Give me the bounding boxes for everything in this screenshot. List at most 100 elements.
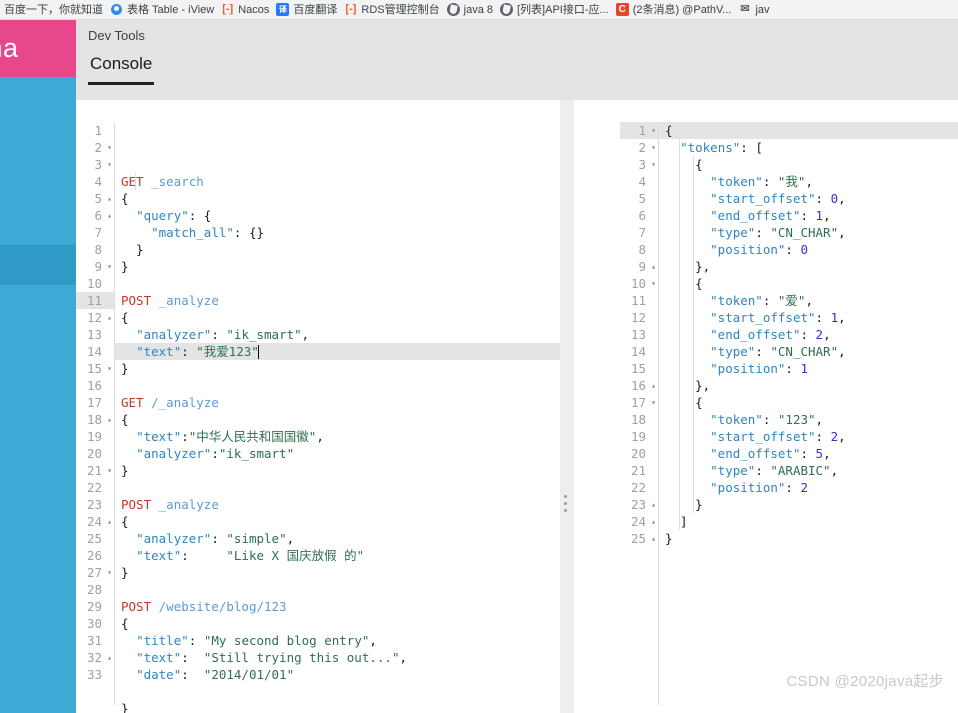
- code-line[interactable]: }: [659, 496, 958, 513]
- code-line[interactable]: "end_offset": 5,: [659, 445, 958, 462]
- code-line[interactable]: }: [115, 564, 560, 581]
- fold-collapse-icon[interactable]: ▾: [651, 139, 656, 156]
- fold-collapse-icon[interactable]: ▾: [107, 156, 112, 173]
- fold-collapse-icon[interactable]: ▾: [651, 394, 656, 411]
- code-line[interactable]: "analyzer": "simple",: [115, 530, 560, 547]
- fold-collapse-icon[interactable]: ▾: [107, 462, 112, 479]
- code-line[interactable]: }: [115, 700, 560, 713]
- fold-expand-icon[interactable]: ▴: [651, 496, 656, 513]
- code-line[interactable]: "end_offset": 2,: [659, 326, 958, 343]
- response-viewer[interactable]: 1 ▾ 2 ▾ 3 ▾ 4 5 6 7 8 9 ▴ 10 ▾ 11 12 13 14 15 16 ▴ 17 ▾ 18 19 20 21…: [620, 100, 958, 713]
- code-line[interactable]: "analyzer":"ik_smart": [115, 445, 560, 462]
- fold-expand-icon[interactable]: ▴: [651, 513, 656, 530]
- code-line[interactable]: [115, 377, 560, 394]
- code-line[interactable]: "token": "我",: [659, 173, 958, 190]
- response-viewer-pane[interactable]: 1 ▾ 2 ▾ 3 ▾ 4 5 6 7 8 9 ▴ 10 ▾ 11 12 13 14 15 16 ▴ 17 ▾ 18 19 20 21…: [620, 100, 958, 713]
- code-line[interactable]: "type": "CN_CHAR",: [659, 343, 958, 360]
- bookmark-item[interactable]: [列表]API接口-应...: [498, 1, 614, 19]
- fold-collapse-icon[interactable]: ▾: [107, 139, 112, 156]
- code-line[interactable]: POST /website/blog/123: [115, 598, 560, 615]
- code-line[interactable]: [115, 479, 560, 496]
- fold-expand-icon[interactable]: ▴: [107, 513, 112, 530]
- fold-expand-icon[interactable]: ▴: [107, 649, 112, 666]
- request-code[interactable]: GET _search{ "query": { "match_all": {} …: [115, 100, 560, 713]
- wrench-icon[interactable]: [537, 242, 554, 259]
- code-line[interactable]: "text": "Like X 国庆放假 的": [115, 547, 560, 564]
- code-line[interactable]: {: [659, 394, 958, 411]
- sidebar-item-dashboard[interactable]: ard: [0, 165, 76, 205]
- code-line[interactable]: "text":"中华人民共和国国徽",: [115, 428, 560, 445]
- bookmark-item[interactable]: java 8: [445, 1, 498, 19]
- code-line[interactable]: "text": "我爱123": [115, 343, 560, 360]
- play-icon[interactable]: [511, 242, 527, 258]
- code-line[interactable]: "title": "My second blog entry",: [115, 632, 560, 649]
- code-line[interactable]: "tokens": [: [659, 139, 958, 156]
- bookmark-item[interactable]: [-] Nacos: [219, 1, 274, 19]
- bookmark-item[interactable]: [-] RDS管理控制台: [342, 1, 444, 19]
- code-line[interactable]: "token": "爱",: [659, 292, 958, 309]
- code-line[interactable]: [115, 683, 560, 700]
- bookmark-item[interactable]: 译百度翻译: [274, 1, 342, 19]
- fold-collapse-icon[interactable]: ▾: [651, 275, 656, 292]
- code-line[interactable]: [115, 581, 560, 598]
- code-line[interactable]: "start_offset": 2,: [659, 428, 958, 445]
- code-line[interactable]: }: [659, 530, 958, 547]
- sidebar-item-timelion[interactable]: n: [0, 205, 76, 245]
- code-line[interactable]: [115, 275, 560, 292]
- sidebar-item-dev-tools[interactable]: ls: [0, 245, 76, 285]
- code-line[interactable]: {: [115, 190, 560, 207]
- fold-expand-icon[interactable]: ▴: [107, 411, 112, 428]
- pane-splitter[interactable]: [560, 100, 620, 713]
- code-line[interactable]: "start_offset": 1,: [659, 309, 958, 326]
- sidebar-item-management[interactable]: ment: [0, 285, 76, 325]
- fold-expand-icon[interactable]: ▴: [107, 207, 112, 224]
- fold-collapse-icon[interactable]: ▾: [107, 258, 112, 275]
- code-line[interactable]: "token": "123",: [659, 411, 958, 428]
- code-line[interactable]: GET _search: [115, 173, 560, 190]
- code-line[interactable]: "analyzer": "ik_smart",: [115, 326, 560, 343]
- code-line[interactable]: "date": "2014/01/01": [115, 666, 560, 683]
- kibana-logo[interactable]: ana: [0, 20, 76, 77]
- request-editor-pane[interactable]: 1 2 ▾ 3 ▾ 4 5 ▴ 6 ▴ 7 8 9 ▾ 10 11 12 ▴ 13 14 15 ▾ 16 17 18 ▴ 19 20 2…: [76, 100, 560, 713]
- fold-collapse-icon[interactable]: ▾: [651, 156, 656, 173]
- code-line[interactable]: "text": "Still trying this out...",: [115, 649, 560, 666]
- sidebar-item-discover[interactable]: r: [0, 85, 76, 125]
- request-editor[interactable]: 1 2 ▾ 3 ▾ 4 5 ▴ 6 ▴ 7 8 9 ▾ 10 11 12 ▴ 13 14 15 ▾ 16 17 18 ▴ 19 20 2…: [76, 100, 560, 713]
- code-line[interactable]: "end_offset": 1,: [659, 207, 958, 224]
- fold-expand-icon[interactable]: ▴: [651, 377, 656, 394]
- bookmark-item[interactable]: 百度一下，你就知道: [2, 1, 108, 19]
- splitter-grip-handle[interactable]: [564, 495, 569, 513]
- fold-expand-icon[interactable]: ▴: [107, 309, 112, 326]
- code-line[interactable]: {: [115, 309, 560, 326]
- bookmark-item[interactable]: C (2条消息) @PathV...: [614, 1, 737, 19]
- code-line[interactable]: }: [115, 360, 560, 377]
- code-line[interactable]: },: [659, 258, 958, 275]
- fold-expand-icon[interactable]: ▴: [651, 258, 656, 275]
- code-line[interactable]: POST _analyze: [115, 292, 560, 309]
- code-line[interactable]: {: [659, 275, 958, 292]
- fold-expand-icon[interactable]: ▴: [651, 530, 656, 547]
- fold-expand-icon[interactable]: ▴: [107, 190, 112, 207]
- code-line[interactable]: {: [115, 513, 560, 530]
- response-code[interactable]: { "tokens": [ { "token": "我", "start_off…: [659, 100, 958, 713]
- code-line[interactable]: POST _analyze: [115, 496, 560, 513]
- code-line[interactable]: },: [659, 377, 958, 394]
- code-line[interactable]: "start_offset": 0,: [659, 190, 958, 207]
- code-line[interactable]: "position": 1: [659, 360, 958, 377]
- sidebar-item-visualize[interactable]: e: [0, 125, 76, 165]
- code-line[interactable]: "position": 2: [659, 479, 958, 496]
- code-line[interactable]: {: [115, 411, 560, 428]
- bookmark-item[interactable]: 表格 Table - iView: [108, 1, 219, 19]
- code-line[interactable]: {: [659, 122, 958, 139]
- breadcrumb[interactable]: Dev Tools: [76, 20, 958, 52]
- code-line[interactable]: "position": 0: [659, 241, 958, 258]
- code-line[interactable]: "type": "ARABIC",: [659, 462, 958, 479]
- tab-console[interactable]: Console: [88, 52, 155, 85]
- fold-collapse-icon[interactable]: ▾: [651, 122, 656, 139]
- fold-collapse-icon[interactable]: ▾: [107, 564, 112, 581]
- fold-collapse-icon[interactable]: ▾: [107, 360, 112, 377]
- code-line[interactable]: {: [115, 615, 560, 632]
- code-line[interactable]: GET /_analyze: [115, 394, 560, 411]
- code-line[interactable]: "query": {: [115, 207, 560, 224]
- code-line[interactable]: {: [659, 156, 958, 173]
